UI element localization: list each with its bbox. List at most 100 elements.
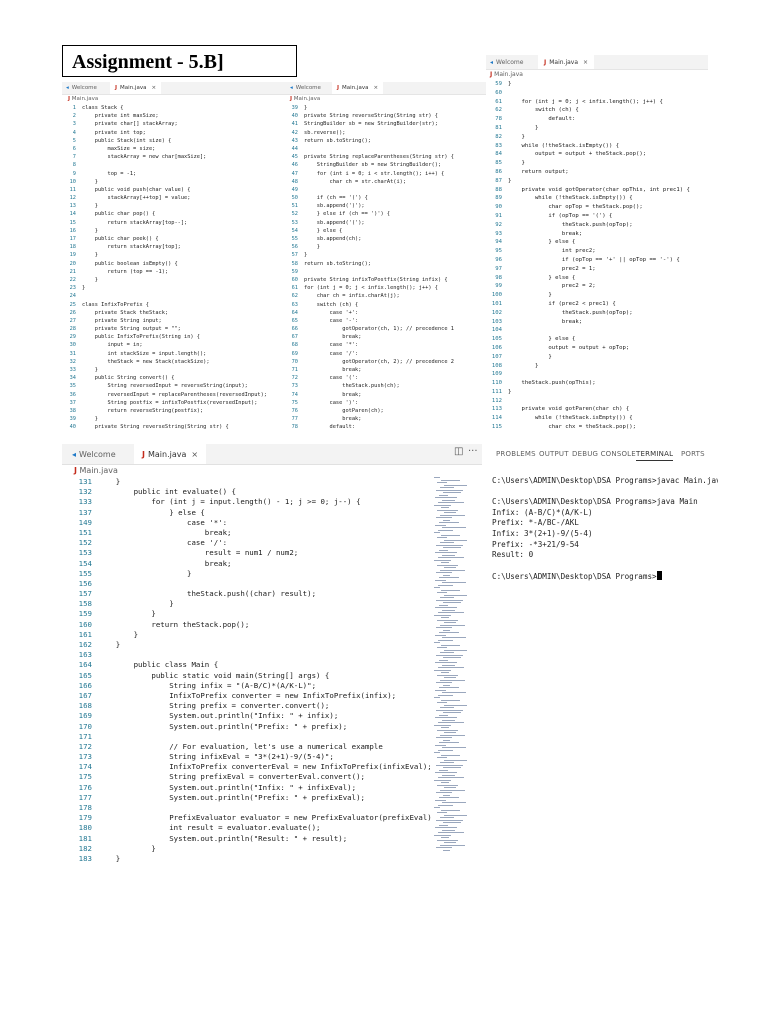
code-line[interactable]: 72 case '(':: [286, 374, 486, 382]
code-line[interactable]: 104: [486, 326, 708, 335]
code-line[interactable]: 17 public char peek() {: [62, 235, 286, 243]
code-line[interactable]: 35 String reversedInput = reverseString(…: [62, 382, 286, 390]
code-line[interactable]: 53 sb.append('(');: [286, 219, 486, 227]
code-line[interactable]: 156: [62, 579, 432, 589]
code-line[interactable]: 70 gotOperator(ch, 2); // precedence 2: [286, 358, 486, 366]
close-icon[interactable]: ×: [373, 85, 378, 91]
code-line[interactable]: 160 return theStack.pop();: [62, 620, 432, 630]
code-line[interactable]: 168 String prefix = converter.convert();: [62, 701, 432, 711]
tab-welcome[interactable]: ◂ Welcome: [72, 444, 116, 464]
code-line[interactable]: 92 theStack.push(opTop);: [486, 221, 708, 230]
tab-terminal[interactable]: TERMINAL: [636, 450, 674, 461]
tab-welcome[interactable]: ◂ Welcome: [66, 82, 97, 94]
code-line[interactable]: 174 InfixToPrefix converterEval = new In…: [62, 762, 432, 772]
code-line[interactable]: 61 for (int j = 0; j < infix.length(); j+…: [286, 284, 486, 292]
code-area[interactable]: 1 class Stack {2 private int maxSize; 3 pr…: [62, 104, 286, 432]
code-line[interactable]: 96 if (opTop == '+' || opTop == '-') {: [486, 256, 708, 265]
code-line[interactable]: 21 return (top == -1);: [62, 268, 286, 276]
code-line[interactable]: 50 if (ch == '(') {: [286, 194, 486, 202]
code-line[interactable]: 178: [62, 803, 432, 813]
tab-output[interactable]: OUTPUT: [539, 450, 569, 458]
code-line[interactable]: 28 private String output = "";: [62, 325, 286, 333]
code-line[interactable]: 40 private String reverseString(String st…: [286, 112, 486, 120]
code-line[interactable]: 100 }: [486, 291, 708, 300]
code-line[interactable]: 37 String postfix = infixToPostfix(rever…: [62, 399, 286, 407]
code-line[interactable]: 157 theStack.push((char) result);: [62, 589, 432, 599]
code-line[interactable]: 34 public String convert() {: [62, 374, 286, 382]
code-line[interactable]: 60: [486, 89, 708, 98]
code-line[interactable]: 171: [62, 732, 432, 742]
code-line[interactable]: 153 result = num1 / num2;: [62, 548, 432, 558]
code-line[interactable]: 154 break;: [62, 559, 432, 569]
code-line[interactable]: 36 reversedInput = replaceParentheses(re…: [62, 391, 286, 399]
code-line[interactable]: 113 private void gotParen(char ch) {: [486, 405, 708, 414]
code-line[interactable]: 111}: [486, 388, 708, 397]
code-line[interactable]: 62 char ch = infix.charAt(j);: [286, 292, 486, 300]
code-line[interactable]: 175 String prefixEval = converterEval.co…: [62, 772, 432, 782]
code-line[interactable]: 1 class Stack {: [62, 104, 286, 112]
code-line[interactable]: 85 }: [486, 159, 708, 168]
code-line[interactable]: 15 return stackArray[top--];: [62, 219, 286, 227]
code-line[interactable]: 90 char opTop = theStack.pop();: [486, 203, 708, 212]
code-line[interactable]: 73 theStack.push(ch);: [286, 382, 486, 390]
code-line[interactable]: 22 }: [62, 276, 286, 284]
code-line[interactable]: 81 }: [486, 124, 708, 133]
code-line[interactable]: 49: [286, 186, 486, 194]
code-line[interactable]: 101 if (prec2 < prec1) {: [486, 300, 708, 309]
code-line[interactable]: 64 case '+':: [286, 309, 486, 317]
code-line[interactable]: 43 return sb.toString();: [286, 137, 486, 145]
close-icon[interactable]: ×: [583, 59, 588, 66]
code-line[interactable]: 74 break;: [286, 391, 486, 399]
code-line[interactable]: 105 } else {: [486, 335, 708, 344]
code-line[interactable]: 173 String infixEval = "3*(2+1)-9/(5-4)"…: [62, 752, 432, 762]
code-line[interactable]: 8: [62, 161, 286, 169]
code-line[interactable]: 23}: [62, 284, 286, 292]
code-line[interactable]: 46 StringBuilder sb = new StringBuilder(…: [286, 161, 486, 169]
code-line[interactable]: 166 String infix = "(A-B/C)*(A/K-L)";: [62, 681, 432, 691]
breadcrumb[interactable]: J Main.java: [74, 466, 118, 475]
code-line[interactable]: 106 output = output + opTop;: [486, 344, 708, 353]
code-line[interactable]: 86 return output;: [486, 168, 708, 177]
code-line[interactable]: 163: [62, 650, 432, 660]
code-line[interactable]: 32 theStack = new Stack(stackSize);: [62, 358, 286, 366]
code-line[interactable]: 176 System.out.println("Infix: " + infix…: [62, 783, 432, 793]
code-line[interactable]: 24: [62, 292, 286, 300]
code-line[interactable]: 82 }: [486, 133, 708, 142]
code-line[interactable]: 93 break;: [486, 230, 708, 239]
code-line[interactable]: 161 }: [62, 630, 432, 640]
code-line[interactable]: 152 case '/':: [62, 538, 432, 548]
code-line[interactable]: 89 while (!theStack.isEmpty()) {: [486, 194, 708, 203]
split-editor-icon[interactable]: ◫: [454, 446, 463, 457]
code-line[interactable]: 45 private String replaceParentheses(Stri…: [286, 153, 486, 161]
code-line[interactable]: 155 }: [62, 569, 432, 579]
code-line[interactable]: 25 class InfixToPrefix {: [62, 301, 286, 309]
code-line[interactable]: 167 InfixToPrefix converter = new InfixT…: [62, 691, 432, 701]
code-line[interactable]: 108 }: [486, 362, 708, 371]
code-line[interactable]: 95 int prec2;: [486, 247, 708, 256]
code-line[interactable]: 9 top = -1;: [62, 170, 286, 178]
code-line[interactable]: 48 char ch = str.charAt(i);: [286, 178, 486, 186]
tab-debug-console[interactable]: DEBUG CONSOLE: [572, 450, 636, 458]
code-line[interactable]: 87}: [486, 177, 708, 186]
code-line[interactable]: 63 switch (ch) {: [286, 301, 486, 309]
code-line[interactable]: 103 break;: [486, 318, 708, 327]
code-line[interactable]: 52 } else if (ch == ')') {: [286, 210, 486, 218]
code-line[interactable]: 169 System.out.println("Infix: " + infix…: [62, 711, 432, 721]
code-line[interactable]: 183 }: [62, 854, 432, 864]
code-line[interactable]: 29 public InfixToPrefix(String in) {: [62, 333, 286, 341]
code-line[interactable]: 97 prec2 = 1;: [486, 265, 708, 274]
code-line[interactable]: 65 case '-':: [286, 317, 486, 325]
breadcrumb[interactable]: J Main.java: [490, 71, 523, 78]
code-line[interactable]: 99 prec2 = 2;: [486, 282, 708, 291]
code-line[interactable]: 44: [286, 145, 486, 153]
code-line[interactable]: 59}: [486, 80, 708, 89]
code-line[interactable]: 164 public class Main {: [62, 660, 432, 670]
code-line[interactable]: 66 gotOperator(ch, 1); // precedence 1: [286, 325, 486, 333]
code-line[interactable]: 112: [486, 397, 708, 406]
code-line[interactable]: 109: [486, 370, 708, 379]
tab-problems[interactable]: PROBLEMS: [496, 450, 536, 458]
code-line[interactable]: 131 }: [62, 477, 432, 487]
code-line[interactable]: 61 for (int j = 0; j < infix.length(); j…: [486, 98, 708, 107]
code-line[interactable]: 94 } else {: [486, 238, 708, 247]
code-line[interactable]: 19 }: [62, 251, 286, 259]
